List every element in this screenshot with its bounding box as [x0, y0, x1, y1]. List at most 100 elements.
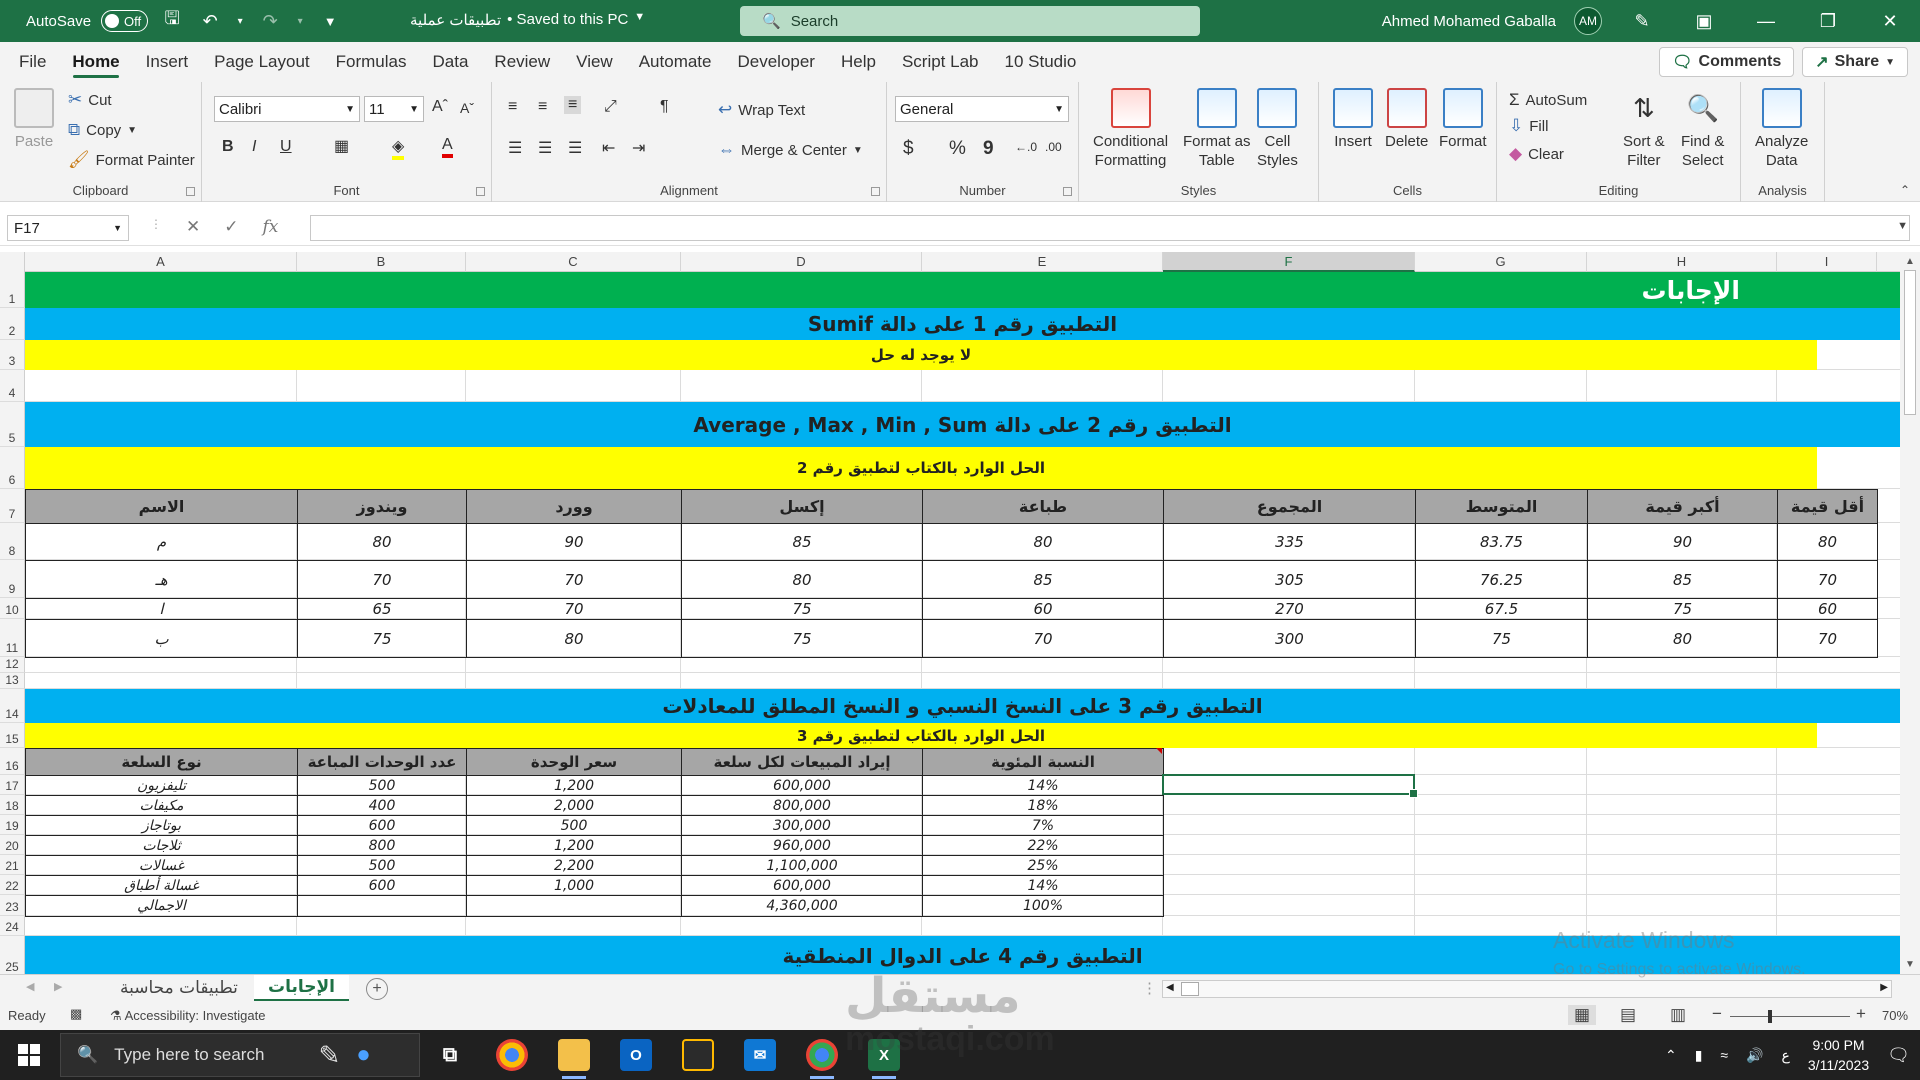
- tab-10-studio[interactable]: 10 Studio: [992, 42, 1090, 82]
- tab-page-layout[interactable]: Page Layout: [201, 42, 322, 82]
- table-cell[interactable]: 90: [1587, 523, 1778, 561]
- restore-icon[interactable]: ❐: [1806, 11, 1850, 32]
- store-icon[interactable]: [682, 1039, 714, 1071]
- font-name-select[interactable]: Calibri ▼: [214, 96, 360, 122]
- table-cell[interactable]: 25%: [922, 855, 1164, 876]
- column-header-cell[interactable]: المتوسط: [1415, 489, 1588, 524]
- font-size-select[interactable]: 11 ▼: [364, 96, 424, 122]
- notifications-icon[interactable]: 🗨: [1887, 1045, 1910, 1066]
- formula-input[interactable]: [310, 215, 1910, 241]
- table-cell[interactable]: 1,200: [466, 835, 682, 856]
- fill-button[interactable]: ⇩ Fill: [1509, 116, 1548, 136]
- column-header-cell[interactable]: أقل قيمة: [1777, 489, 1878, 524]
- zoom-level[interactable]: 70%: [1882, 1008, 1908, 1023]
- increase-indent-icon[interactable]: ⇥: [632, 138, 645, 158]
- table-cell[interactable]: 270: [1163, 598, 1416, 620]
- table-cell[interactable]: 18%: [922, 795, 1164, 816]
- comma-button[interactable]: 9: [983, 138, 994, 160]
- row-header-14[interactable]: 14: [0, 689, 25, 723]
- table-cell[interactable]: الاجمالي: [25, 895, 298, 917]
- table-cell[interactable]: [466, 895, 682, 917]
- windows-start-icon[interactable]: [18, 1044, 40, 1066]
- table-cell[interactable]: 500: [297, 855, 467, 876]
- table-cell[interactable]: 75: [1415, 619, 1588, 658]
- table-cell[interactable]: 305: [1163, 560, 1416, 599]
- sheet-tab-answers[interactable]: الإجابات: [254, 975, 349, 1001]
- row-header-23[interactable]: 23: [0, 895, 25, 916]
- row-header-16[interactable]: 16: [0, 748, 25, 775]
- table-cell[interactable]: 83.75: [1415, 523, 1588, 561]
- table-cell[interactable]: بوتاجاز: [25, 815, 298, 836]
- percent-button[interactable]: %: [949, 138, 966, 160]
- battery-icon[interactable]: ▮: [1695, 1047, 1703, 1064]
- redo-dropdown-icon[interactable]: ▾: [294, 7, 306, 35]
- align-center-icon[interactable]: ☰: [538, 138, 552, 158]
- tab-script-lab[interactable]: Script Lab: [889, 42, 992, 82]
- horizontal-scroll-thumb[interactable]: [1181, 982, 1199, 996]
- format-cells-button[interactable]: Format: [1439, 88, 1487, 151]
- tab-formulas[interactable]: Formulas: [323, 42, 420, 82]
- tab-automate[interactable]: Automate: [626, 42, 725, 82]
- horizontal-scrollbar[interactable]: ◀ ▶: [1162, 980, 1892, 998]
- table-cell[interactable]: 80: [681, 560, 923, 599]
- column-header-cell[interactable]: الاسم: [25, 489, 298, 524]
- table-cell[interactable]: 90: [466, 523, 682, 561]
- table-cell[interactable]: 600: [297, 875, 467, 896]
- minimize-icon[interactable]: —: [1744, 11, 1788, 32]
- row-header-5[interactable]: 5: [0, 402, 25, 447]
- row-header-2[interactable]: 2: [0, 308, 25, 340]
- ribbon-display-icon[interactable]: ▣: [1682, 11, 1726, 32]
- volume-icon[interactable]: 🔊: [1746, 1047, 1763, 1064]
- table-cell[interactable]: [297, 895, 467, 917]
- table-cell[interactable]: ب: [25, 619, 298, 658]
- row-header-18[interactable]: 18: [0, 795, 25, 815]
- table-cell[interactable]: 800: [297, 835, 467, 856]
- insert-function-icon[interactable]: fx: [263, 217, 279, 237]
- tab-file[interactable]: File: [6, 42, 59, 82]
- decrease-decimal-icon[interactable]: .00: [1045, 140, 1062, 154]
- table-cell[interactable]: 335: [1163, 523, 1416, 561]
- format-as-table-button[interactable]: Format as Table: [1183, 88, 1251, 170]
- table-cell[interactable]: 300,000: [681, 815, 923, 836]
- column-header-a[interactable]: A: [25, 252, 297, 272]
- cell-styles-button[interactable]: Cell Styles: [1257, 88, 1298, 170]
- column-header-cell[interactable]: ويندوز: [297, 489, 467, 524]
- row-header-10[interactable]: 10: [0, 598, 25, 619]
- table-cell[interactable]: 500: [297, 775, 467, 796]
- chrome-icon[interactable]: [496, 1039, 528, 1071]
- column-header-d[interactable]: D: [681, 252, 922, 272]
- worksheet-grid[interactable]: ABCDEFGHI 1 2 3 4 5 6 7 8 9 10 11 12 13 14 15 16 17 18 19 2…: [0, 252, 1900, 974]
- table-cell[interactable]: 70: [922, 619, 1164, 658]
- clear-button[interactable]: ◆ Clear: [1509, 144, 1564, 164]
- table-cell[interactable]: مكيفات: [25, 795, 298, 816]
- selected-cell[interactable]: [1162, 774, 1418, 798]
- table-cell[interactable]: 2,200: [466, 855, 682, 876]
- table-cell[interactable]: 1,200: [466, 775, 682, 796]
- grow-font-icon[interactable]: Aˆ: [432, 98, 448, 116]
- table-cell[interactable]: 70: [466, 560, 682, 599]
- table-cell[interactable]: 80: [922, 523, 1164, 561]
- column-header-cell[interactable]: إيراد المبيعات لكل سلعة: [681, 748, 923, 776]
- customize-qat-icon[interactable]: ▼: [316, 7, 344, 35]
- fill-color-icon[interactable]: ◈: [392, 136, 405, 160]
- table-cell[interactable]: 14%: [922, 775, 1164, 796]
- column-header-b[interactable]: B: [297, 252, 466, 272]
- normal-view-icon[interactable]: ▦: [1568, 1005, 1597, 1025]
- autosave-toggle[interactable]: Off: [101, 10, 149, 32]
- enter-icon[interactable]: ✓: [224, 217, 238, 237]
- tray-overflow-icon[interactable]: ⌃: [1665, 1047, 1677, 1064]
- close-icon[interactable]: ✕: [1868, 11, 1912, 32]
- search-box[interactable]: 🔍 Search: [740, 6, 1200, 36]
- table-cell[interactable]: 80: [466, 619, 682, 658]
- mail-icon[interactable]: ✉: [744, 1039, 776, 1071]
- row-header-13[interactable]: 13: [0, 673, 25, 689]
- copy-button[interactable]: ⧉ Copy ▼: [68, 120, 137, 140]
- table-cell[interactable]: 300: [1163, 619, 1416, 658]
- page-break-view-icon[interactable]: ▥: [1670, 1005, 1686, 1025]
- row-header-11[interactable]: 11: [0, 619, 25, 657]
- align-bottom-icon[interactable]: ≡: [564, 96, 582, 114]
- undo-dropdown-icon[interactable]: ▾: [234, 7, 246, 35]
- table-cell[interactable]: 60: [1777, 598, 1878, 620]
- row-header-20[interactable]: 20: [0, 835, 25, 855]
- italic-button[interactable]: I: [252, 138, 256, 156]
